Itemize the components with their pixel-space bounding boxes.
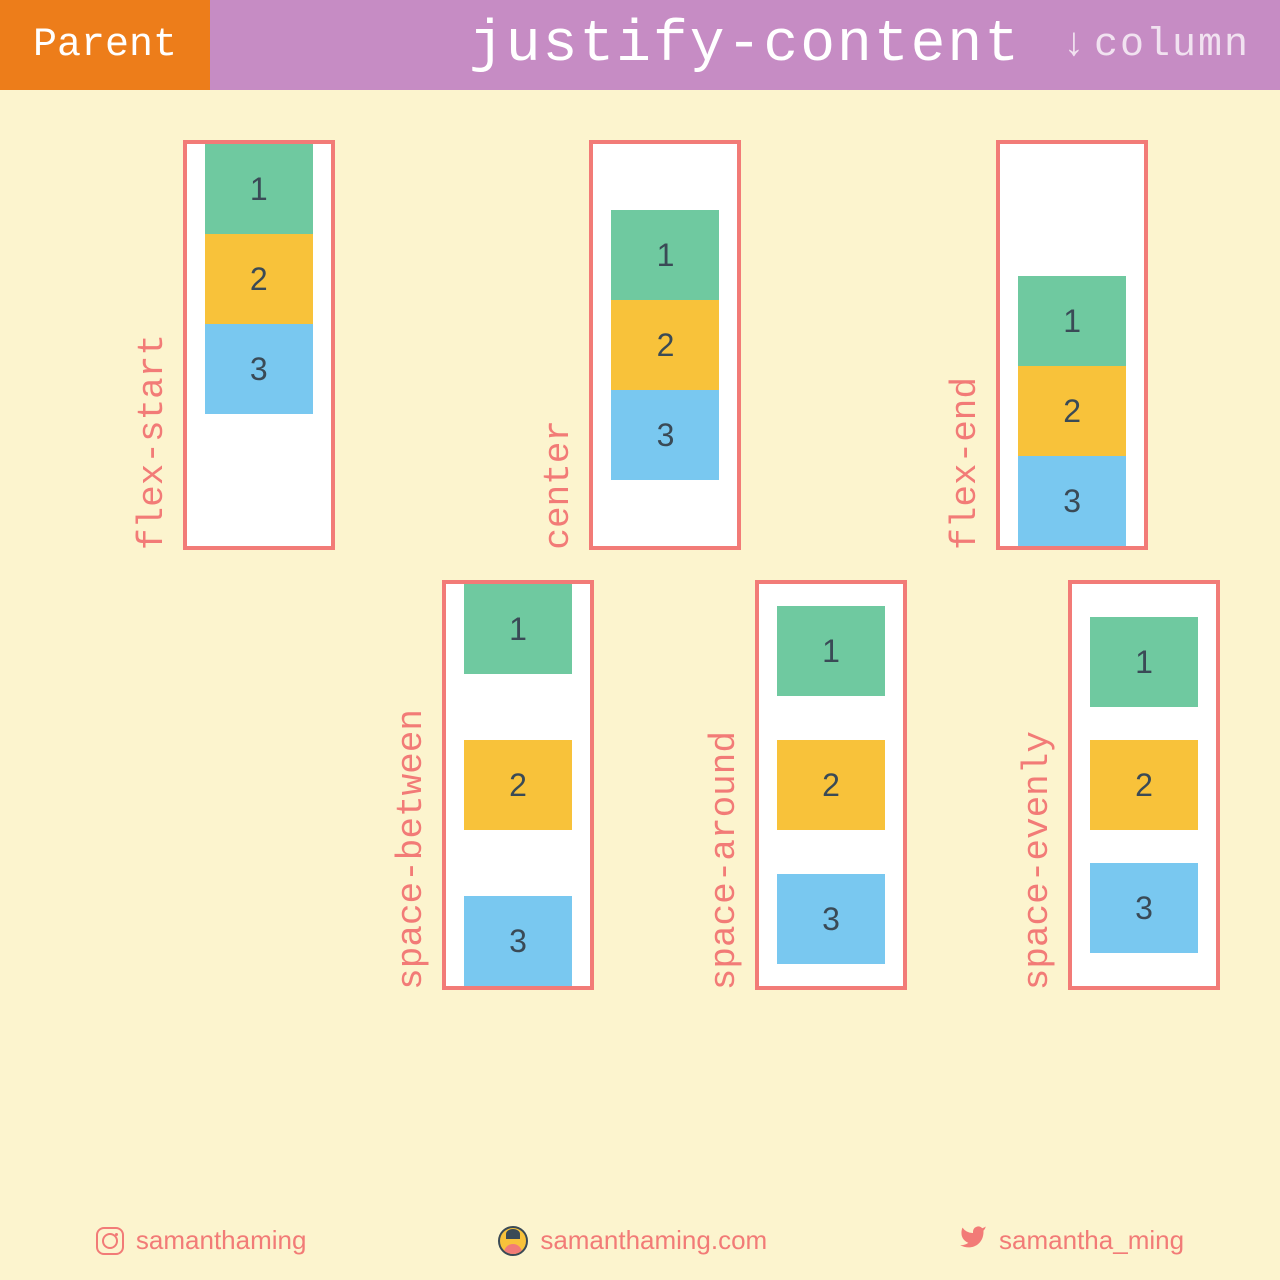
- flex-item-1: 1: [1018, 276, 1126, 366]
- title-text: justify-content: [469, 13, 1021, 78]
- footer-website: samanthaming.com: [498, 1225, 767, 1256]
- flex-item-3: 3: [777, 874, 885, 964]
- avatar-icon: [498, 1226, 528, 1256]
- demo-label: flex-end: [945, 377, 986, 550]
- flex-item-3: 3: [205, 324, 313, 414]
- header-parent-chip: Parent: [0, 0, 210, 90]
- flex-container: 1 2 3: [183, 140, 335, 550]
- flex-container: 1 2 3: [442, 580, 594, 990]
- flex-item-3: 3: [1090, 863, 1198, 953]
- demo-label: space-evenly: [1017, 731, 1058, 990]
- flex-item-2: 2: [611, 300, 719, 390]
- flex-item-1: 1: [205, 144, 313, 234]
- flex-container: 1 2 3: [1068, 580, 1220, 990]
- header-direction: ↓ column: [1062, 23, 1250, 68]
- flex-item-1: 1: [464, 584, 572, 674]
- flex-item-1: 1: [777, 606, 885, 696]
- instagram-icon: [96, 1227, 124, 1255]
- flex-container: 1 2 3: [755, 580, 907, 990]
- direction-label: column: [1094, 23, 1250, 68]
- demo-row-2: space-between 1 2 3 space-around 1 2 3 s…: [30, 580, 1250, 990]
- demo-center: center 1 2 3: [538, 140, 741, 550]
- demo-label: space-between: [391, 709, 432, 990]
- demo-space-evenly: space-evenly 1 2 3: [1017, 580, 1220, 990]
- footer: samanthaming samanthaming.com samantha_m…: [0, 1223, 1280, 1258]
- flex-item-3: 3: [611, 390, 719, 480]
- flex-container: 1 2 3: [589, 140, 741, 550]
- header-title: justify-content ↓ column: [210, 0, 1280, 90]
- demo-label: flex-start: [132, 334, 173, 550]
- website-url: samanthaming.com: [540, 1225, 767, 1256]
- demo-flex-start: flex-start 1 2 3: [132, 140, 335, 550]
- flex-item-3: 3: [464, 896, 572, 986]
- demo-label: center: [538, 420, 579, 550]
- demo-flex-end: flex-end 1 2 3: [945, 140, 1148, 550]
- flex-item-2: 2: [1090, 740, 1198, 830]
- flex-item-1: 1: [611, 210, 719, 300]
- flex-item-2: 2: [205, 234, 313, 324]
- flex-item-2: 2: [777, 740, 885, 830]
- demo-space-between: space-between 1 2 3: [391, 580, 594, 990]
- twitter-handle: samantha_ming: [999, 1225, 1184, 1256]
- flex-container: 1 2 3: [996, 140, 1148, 550]
- flex-item-2: 2: [464, 740, 572, 830]
- flex-item-3: 3: [1018, 456, 1126, 546]
- demo-label: space-around: [704, 731, 745, 990]
- footer-instagram: samanthaming: [96, 1225, 307, 1256]
- demo-grid: flex-start 1 2 3 center 1 2 3 flex-end 1…: [0, 90, 1280, 1010]
- demo-space-around: space-around 1 2 3: [704, 580, 907, 990]
- twitter-icon: [959, 1223, 987, 1258]
- header: Parent justify-content ↓ column: [0, 0, 1280, 90]
- instagram-handle: samanthaming: [136, 1225, 307, 1256]
- demo-row-1: flex-start 1 2 3 center 1 2 3 flex-end 1…: [30, 140, 1250, 550]
- footer-twitter: samantha_ming: [959, 1223, 1184, 1258]
- arrow-down-icon: ↓: [1062, 23, 1088, 68]
- flex-item-2: 2: [1018, 366, 1126, 456]
- flex-item-1: 1: [1090, 617, 1198, 707]
